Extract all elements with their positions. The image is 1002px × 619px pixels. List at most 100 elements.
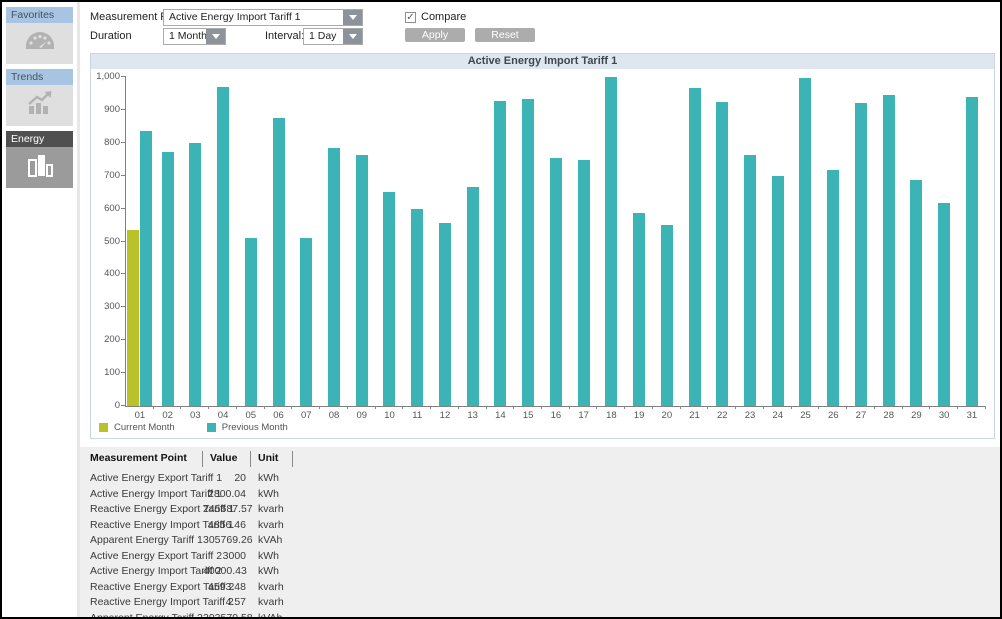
bar: [827, 170, 839, 406]
sidebar-item-trends[interactable]: Trends: [6, 69, 73, 126]
apply-button[interactable]: Apply: [405, 28, 465, 42]
table-header: Measurement Point Value Unit: [90, 451, 1000, 467]
sidebar-item-energy[interactable]: Energy: [6, 131, 73, 188]
cell-unit: kVAh: [251, 533, 293, 549]
bar-group: [181, 77, 209, 406]
table-row[interactable]: Reactive Energy Import Tariff 24.57kvarh: [90, 595, 1000, 611]
table-row[interactable]: Active Energy Import Tariff 12800.04kWh: [90, 487, 1000, 503]
table-row[interactable]: Active Energy Import Tariff 240000.43kWh: [90, 564, 1000, 580]
cell-measurement-point: Active Energy Export Tariff 1: [90, 471, 203, 487]
dropdown-arrow-icon[interactable]: [206, 29, 225, 44]
bar: [661, 225, 673, 406]
bar-group: [847, 77, 875, 406]
bar-group: [431, 77, 459, 406]
table-row[interactable]: Active Energy Export Tariff 23000kWh: [90, 549, 1000, 565]
measurement-table: Measurement Point Value Unit Active Ener…: [80, 447, 1000, 617]
x-axis-tick-mark: [847, 406, 875, 409]
table-row[interactable]: Reactive Energy Export Tariff 1245687.57…: [90, 502, 1000, 518]
col-unit: Unit: [251, 451, 293, 467]
x-axis-tick-label: 16: [542, 410, 570, 421]
bar-group: [292, 77, 320, 406]
x-axis-tick-label: 19: [625, 410, 653, 421]
measurement-point-select[interactable]: Active Energy Import Tariff 1: [163, 9, 363, 26]
sidebar-item-favorites[interactable]: Favorites: [6, 7, 73, 64]
bar: [383, 192, 395, 407]
chart-plot: [126, 77, 986, 406]
x-axis-tick-label: 13: [459, 410, 487, 421]
duration-select[interactable]: 1 Month: [163, 28, 226, 45]
y-axis-tick-label: 800: [93, 138, 120, 147]
bar-group: [681, 77, 709, 406]
y-axis-tick-mark: [121, 306, 126, 307]
x-axis-tick-mark: [209, 406, 237, 409]
sidebar-item-label: Favorites: [6, 7, 73, 23]
x-axis-tick-label: 05: [237, 410, 265, 421]
y-axis-tick-mark: [121, 76, 126, 77]
duration-label: Duration: [90, 30, 132, 42]
bar: [550, 158, 562, 406]
chart-title: Active Energy Import Tariff 1: [91, 54, 994, 69]
x-axis-tick-label: 01: [126, 410, 154, 421]
x-axis-tick-mark: [542, 406, 570, 409]
x-axis-tick-mark: [431, 406, 459, 409]
interval-select[interactable]: 1 Day: [303, 28, 363, 45]
reset-button[interactable]: Reset: [475, 28, 535, 42]
y-axis-tick-mark: [121, 175, 126, 176]
x-axis-tick-label: 28: [875, 410, 903, 421]
bar: [467, 187, 479, 406]
x-axis-tick-mark: [792, 406, 820, 409]
table-row[interactable]: Reactive Energy Import Tariff 14856.46kv…: [90, 518, 1000, 534]
x-axis-tick-mark: [570, 406, 598, 409]
compare-checkbox[interactable]: ✓: [405, 12, 416, 23]
dropdown-arrow-icon[interactable]: [343, 10, 362, 25]
x-axis-tick-mark: [376, 406, 404, 409]
bar: [217, 87, 229, 406]
x-axis-tick-label: 11: [403, 410, 431, 421]
table-body: Active Energy Export Tariff 120kWhActive…: [90, 471, 1000, 617]
cell-value: 393579.58: [203, 611, 251, 618]
x-axis-tick-label: 30: [930, 410, 958, 421]
x-axis-tick-mark: [903, 406, 931, 409]
y-axis-tick-label: 400: [93, 269, 120, 278]
bar-group: [819, 77, 847, 406]
cell-unit: kVAh: [251, 611, 293, 618]
x-axis-tick-mark: [708, 406, 736, 409]
cell-value: 3000: [203, 549, 251, 565]
y-axis-tick-mark: [121, 208, 126, 209]
y-axis-tick-mark: [121, 405, 126, 406]
cell-unit: kWh: [251, 471, 293, 487]
bar-chart-icon: [25, 152, 55, 183]
interval-label: Interval:: [265, 30, 304, 42]
dropdown-arrow-icon[interactable]: [343, 29, 362, 44]
cell-measurement-point: Apparent Energy Tariff 2: [90, 611, 203, 618]
cell-unit: kWh: [251, 549, 293, 565]
bar: [578, 160, 590, 406]
bar-group: [514, 77, 542, 406]
x-axis-tick-label: 15: [514, 410, 542, 421]
bar: [522, 99, 534, 406]
cell-measurement-point: Reactive Energy Export Tariff 2: [90, 580, 203, 596]
chart-plot-area: 0102030405060708091011121314151617181920…: [125, 77, 986, 407]
bar: [855, 103, 867, 406]
y-axis-tick-label: 600: [93, 204, 120, 213]
x-axis-tick-label: 06: [265, 410, 293, 421]
x-axis-tick-label: 09: [348, 410, 376, 421]
bar-group: [487, 77, 515, 406]
legend-item: Current Month: [99, 422, 175, 433]
bar-group: [597, 77, 625, 406]
x-axis-tick-label: 26: [819, 410, 847, 421]
bar: [938, 203, 950, 406]
x-axis-tick-label: 20: [653, 410, 681, 421]
table-row[interactable]: Reactive Energy Export Tariff 24593.48kv…: [90, 580, 1000, 596]
table-row[interactable]: Active Energy Export Tariff 120kWh: [90, 471, 1000, 487]
table-row[interactable]: Apparent Energy Tariff 1305769.26kVAh: [90, 533, 1000, 549]
bar-group: [209, 77, 237, 406]
bar: [140, 131, 152, 406]
bar: [772, 176, 784, 406]
x-axis-tick-mark: [265, 406, 293, 409]
bar: [127, 230, 139, 406]
x-axis-tick-mark: [597, 406, 625, 409]
y-axis-tick-mark: [121, 372, 126, 373]
bar-group: [237, 77, 265, 406]
table-row[interactable]: Apparent Energy Tariff 2393579.58kVAh: [90, 611, 1000, 618]
